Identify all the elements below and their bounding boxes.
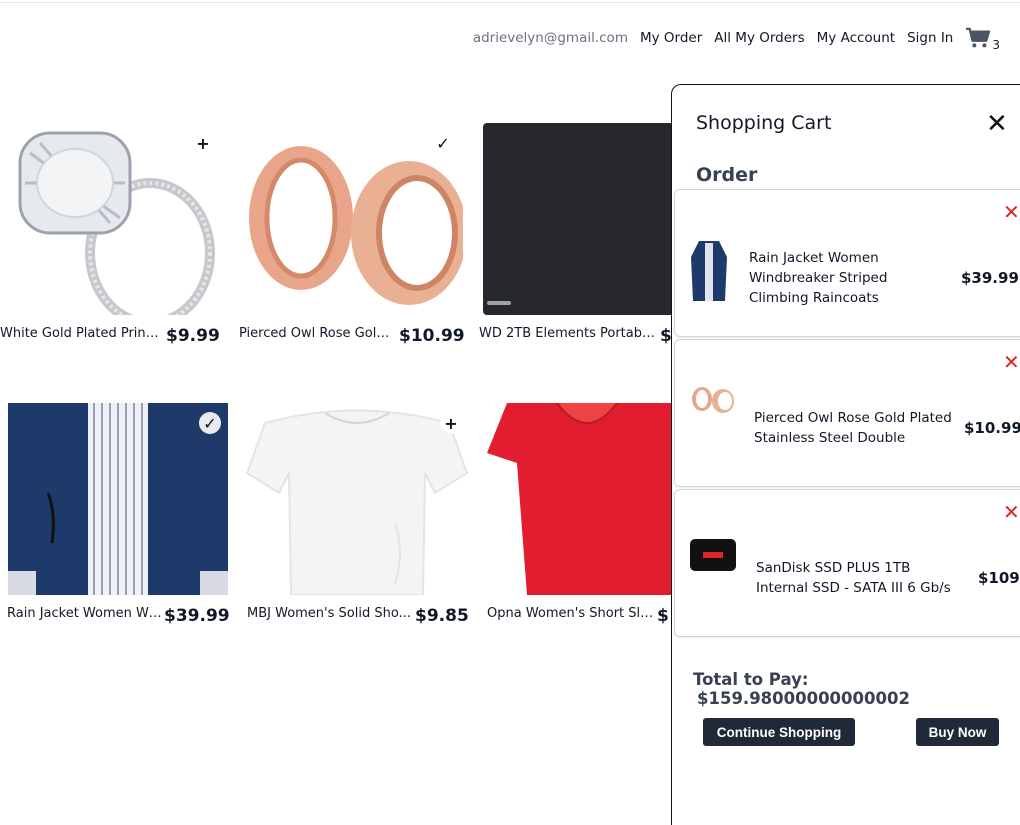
cart-item: ✕ Rain Jacket Women Windbreaker Striped … xyxy=(674,189,1020,337)
total-amount: $159.98000000000002 xyxy=(697,689,910,708)
product-card[interactable]: ✓ Pierced Owl Rose Gold... $10.99 xyxy=(239,123,469,353)
product-title: Opna Women's Short Sle... xyxy=(487,606,657,621)
product-price: $39.99 xyxy=(164,606,230,626)
product-image-white-shirt xyxy=(245,403,469,595)
product-image-plugs xyxy=(239,123,463,315)
add-to-cart-icon[interactable]: + xyxy=(440,412,462,434)
cart-item-thumbnail xyxy=(689,386,737,414)
header-nav: adrievelyn@gmail.com My Order All My Ord… xyxy=(472,27,1000,52)
nav-sign-in[interactable]: Sign In xyxy=(907,30,953,46)
cart-item-price: $10.99 xyxy=(964,419,1020,437)
cart-item-thumbnail xyxy=(689,538,737,572)
cart-item-price: $109 xyxy=(978,569,1020,587)
product-image-ring xyxy=(0,123,223,315)
continue-shopping-button[interactable]: Continue Shopping xyxy=(703,718,855,746)
product-title: Pierced Owl Rose Gold... xyxy=(239,326,396,341)
product-image-hard-drive xyxy=(483,123,675,315)
product-title: MBJ Women's Solid Sho... xyxy=(247,606,411,621)
product-card[interactable]: + White Gold Plated Princ... $9.99 xyxy=(0,123,230,353)
product-card[interactable]: + MBJ Women's Solid Sho... $9.85 xyxy=(245,403,475,633)
total-to-pay: Total to Pay: $159.98000000000002 xyxy=(693,670,1020,708)
add-to-cart-icon[interactable]: + xyxy=(192,132,214,154)
cart-item: ✕ Pierced Owl Rose Gold Plated Stainless… xyxy=(674,339,1020,487)
order-heading: Order xyxy=(696,164,758,186)
remove-item-icon[interactable]: ✕ xyxy=(1003,350,1020,374)
cart-panel-title: Shopping Cart xyxy=(696,112,832,134)
product-card[interactable]: Opna Women's Short Sle... $ xyxy=(487,403,687,633)
remove-item-icon[interactable]: ✕ xyxy=(1003,200,1020,224)
cart-item-price: $39.99 xyxy=(961,269,1019,287)
nav-all-my-orders[interactable]: All My Orders xyxy=(714,30,804,46)
product-price: $ xyxy=(657,606,669,626)
cart-item-name: Rain Jacket Women Windbreaker Striped Cl… xyxy=(749,250,888,306)
total-label: Total to Pay: xyxy=(693,670,809,689)
shopping-cart-panel: Shopping Cart ✕ Order ✕ Rain Jacket Wome… xyxy=(671,84,1020,825)
added-check-icon[interactable]: ✓ xyxy=(199,412,221,434)
cart-icon xyxy=(966,27,991,48)
product-price: $9.99 xyxy=(166,326,220,346)
cart-button[interactable]: 3 xyxy=(965,27,1000,52)
added-check-icon[interactable]: ✓ xyxy=(432,132,454,154)
user-email: adrievelyn@gmail.com xyxy=(472,30,628,46)
product-title: White Gold Plated Princ... xyxy=(0,326,162,341)
nav-my-account[interactable]: My Account xyxy=(817,30,895,46)
product-price: $9.85 xyxy=(415,606,469,626)
product-title: Rain Jacket Women Wi... xyxy=(7,606,164,621)
close-icon[interactable]: ✕ xyxy=(986,109,1008,139)
nav-my-order[interactable]: My Order xyxy=(640,30,702,46)
cart-item-thumbnail xyxy=(689,237,729,305)
cart-count: 3 xyxy=(992,38,1000,52)
product-price: $10.99 xyxy=(399,326,465,346)
cart-item-name: SanDisk SSD PLUS 1TB Internal SSD - SATA… xyxy=(756,560,951,596)
cart-item: ✕ SanDisk SSD PLUS 1TB Internal SSD - SA… xyxy=(674,489,1020,637)
cart-item-name: Pierced Owl Rose Gold Plated Stainless S… xyxy=(754,410,952,446)
product-image-rain-jacket xyxy=(8,403,228,595)
product-title: WD 2TB Elements Portabl... xyxy=(479,326,655,341)
product-card[interactable]: ✓ Rain Jacket Women Wi... $39.99 xyxy=(0,403,235,633)
product-card[interactable]: WD 2TB Elements Portabl... $ xyxy=(479,123,679,353)
top-divider xyxy=(0,2,1020,3)
remove-item-icon[interactable]: ✕ xyxy=(1003,500,1020,524)
product-image-red-shirt xyxy=(487,403,677,595)
buy-now-button[interactable]: Buy Now xyxy=(916,718,999,746)
